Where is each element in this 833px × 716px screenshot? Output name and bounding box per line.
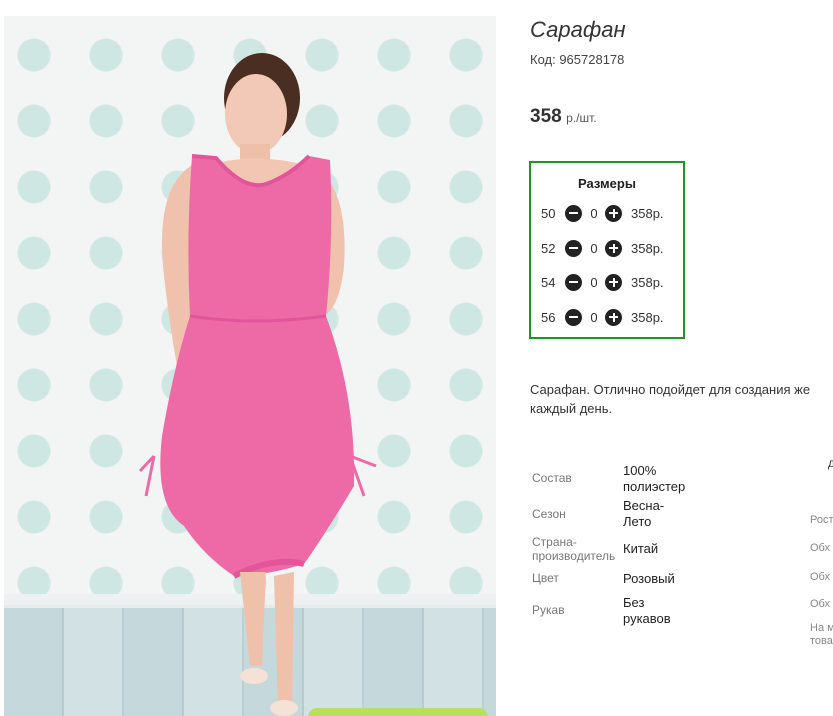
size-label: 54	[541, 274, 556, 290]
price-amount: 358	[530, 106, 562, 127]
size-row: 56 0 358р.	[541, 307, 664, 327]
product-price: 358 р./шт.	[530, 106, 597, 128]
prop-label-sleeve: Рукав	[532, 603, 565, 617]
prop-label-composition: Состав	[532, 471, 572, 485]
prop-value-line: Лето	[623, 514, 652, 529]
size-label: 50	[541, 205, 556, 221]
size-row: 52 0 358р.	[541, 238, 664, 258]
prop-label-line: производитель	[532, 549, 616, 563]
plus-icon[interactable]	[605, 204, 622, 222]
prop-label-color: Цвет	[532, 571, 559, 585]
clipped-header: д	[828, 456, 833, 470]
size-label: 52	[541, 240, 556, 256]
size-row: 54 0 358р.	[541, 272, 664, 292]
prop-value-sleeve: Без рукавов	[623, 595, 671, 627]
product-code: Код: 965728178	[530, 52, 625, 67]
minus-icon[interactable]	[565, 308, 582, 326]
clipped-text: Обх	[810, 571, 830, 583]
description-line: Сарафан. Отлично подойдет для создания ж…	[530, 382, 811, 397]
plus-icon[interactable]	[605, 273, 622, 291]
minus-icon[interactable]	[565, 273, 582, 291]
prop-value-line: полиэстер	[623, 479, 686, 494]
price-unit: р./шт.	[566, 111, 597, 125]
model-illustration	[138, 53, 377, 716]
minus-icon[interactable]	[565, 239, 582, 257]
size-label: 56	[541, 309, 556, 325]
sizes-heading: Размеры	[578, 176, 636, 191]
prop-value-country: Китай	[623, 541, 659, 556]
prop-label-season: Сезон	[532, 507, 566, 521]
size-price: 358р.	[631, 309, 664, 325]
prop-value-line: Весна-	[623, 498, 665, 513]
prop-value-line: рукавов	[623, 611, 671, 626]
plus-icon[interactable]	[605, 308, 622, 326]
clipped-text: Обх	[810, 598, 830, 610]
clipped-text: Обх	[810, 542, 830, 554]
prop-value-composition: 100% полиэстер	[623, 463, 685, 495]
prop-label-country: Страна- производитель	[532, 535, 615, 563]
size-quantity: 0	[590, 309, 598, 325]
prop-value-line: 100%	[623, 463, 657, 478]
size-quantity: 0	[590, 274, 598, 290]
product-title: Сарафан	[530, 17, 626, 42]
sizes-box: Размеры 50 0 358р. 52 0 358р. 54 0 358р.…	[529, 161, 685, 339]
prop-value-line: Без	[623, 595, 645, 610]
plus-icon[interactable]	[605, 239, 622, 257]
size-price: 358р.	[631, 274, 664, 290]
size-price: 358р.	[631, 240, 664, 256]
size-price: 358р.	[631, 205, 664, 221]
clipped-text: това	[810, 635, 833, 647]
clipped-text: На м	[810, 622, 833, 634]
prop-value-color: Розовый	[623, 571, 675, 586]
promo-button-edge[interactable]	[308, 708, 488, 716]
description-line: каждый день.	[530, 401, 613, 416]
minus-icon[interactable]	[565, 204, 582, 222]
product-description: Сарафан. Отлично подойдет для создания ж…	[530, 380, 833, 418]
size-quantity: 0	[590, 205, 598, 221]
prop-value-season: Весна- Лето	[623, 498, 664, 530]
product-photo[interactable]	[4, 16, 496, 716]
clipped-text: Рост	[810, 514, 833, 526]
prop-label-line: Страна-	[532, 535, 577, 549]
size-row: 50 0 358р.	[541, 203, 664, 223]
size-quantity: 0	[590, 240, 598, 256]
